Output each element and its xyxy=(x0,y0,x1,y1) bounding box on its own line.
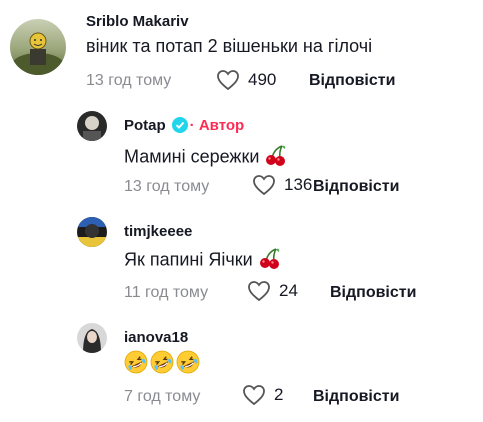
heart-icon xyxy=(217,70,239,91)
reply-button[interactable]: Відповісти xyxy=(330,284,416,302)
comment-text-label: Мамині сережки xyxy=(124,146,260,167)
avatar-image-icon xyxy=(83,329,101,353)
comment-text: Як папині Яічки xyxy=(124,246,282,275)
verified-badge-icon xyxy=(171,117,188,137)
avatar-image-icon xyxy=(83,116,101,141)
avatar[interactable] xyxy=(10,19,66,75)
comment-time: 13 год тому xyxy=(124,178,210,195)
avatar[interactable] xyxy=(77,111,107,141)
like-button[interactable]: 2 xyxy=(242,384,283,406)
reply-button[interactable]: Відповісти xyxy=(313,178,399,196)
heart-icon xyxy=(253,175,275,196)
comment-username[interactable]: Sriblo Makariv xyxy=(86,13,189,30)
reply-button[interactable]: Відповісти xyxy=(309,72,395,90)
cherries-emoji-icon xyxy=(258,246,282,275)
avatar[interactable] xyxy=(77,323,107,353)
comment-text: віник та потап 2 вішеньки на гілочі xyxy=(86,36,373,56)
avatar[interactable] xyxy=(77,217,107,247)
avatar-image-icon xyxy=(12,32,64,75)
heart-icon xyxy=(243,385,265,406)
like-button[interactable]: 136 xyxy=(252,174,312,196)
emoji-row xyxy=(124,350,202,374)
like-count: 2 xyxy=(274,385,284,404)
reply-button[interactable]: Відповісти xyxy=(313,388,399,406)
like-button[interactable]: 24 xyxy=(247,280,298,302)
like-button[interactable]: 490 xyxy=(216,69,276,91)
avatar-image-icon xyxy=(77,217,107,247)
rolling-laughing-emoji-icon xyxy=(150,350,174,379)
username-label[interactable]: Potap xyxy=(124,117,166,134)
like-count: 136 xyxy=(284,175,313,194)
like-count: 24 xyxy=(279,281,298,300)
comment-time: 11 год тому xyxy=(124,284,209,301)
like-count: 490 xyxy=(248,70,277,89)
comment-username: Potap · Автор xyxy=(124,117,244,137)
rolling-laughing-emoji-icon xyxy=(176,350,200,379)
comment-text xyxy=(124,350,202,379)
comment-username[interactable]: ianova18 xyxy=(124,329,188,346)
comment-username[interactable]: timjkeeee xyxy=(124,223,192,240)
heart-icon xyxy=(248,281,270,302)
cherries-emoji-icon xyxy=(264,143,288,172)
comment-time: 7 год тому xyxy=(124,388,201,405)
author-badge: · Автор xyxy=(189,117,245,134)
comment-text-label: Як папині Яічки xyxy=(124,249,253,270)
comment-time: 13 год тому xyxy=(86,72,172,89)
rolling-laughing-emoji-icon xyxy=(124,350,148,379)
comment-text: Мамині сережки xyxy=(124,143,288,172)
